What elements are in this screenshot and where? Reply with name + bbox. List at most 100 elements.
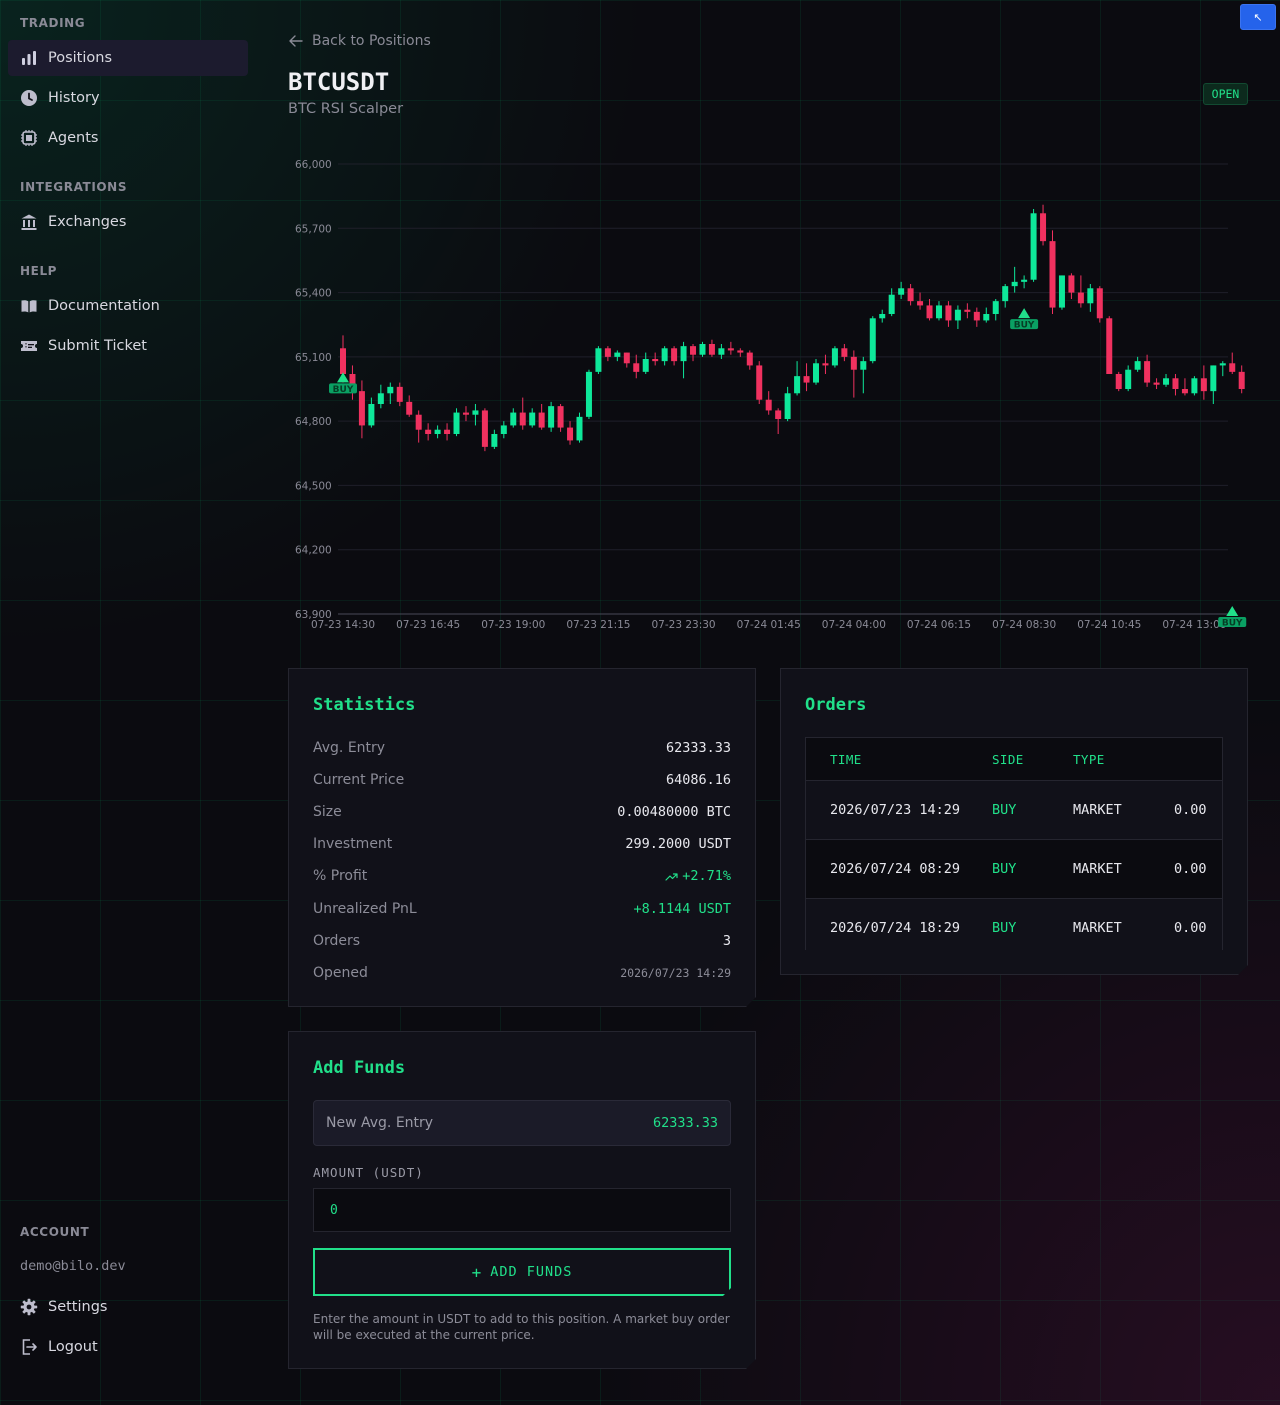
table-row[interactable]: 2026/07/24 08:29 BUY MARKET 0.00 [806,840,1223,899]
candle-body [462,412,469,415]
candle-body [1134,361,1141,370]
candle-body [690,346,697,355]
cpu-chip-icon [20,129,38,147]
candle-body [765,399,772,411]
gear-icon [20,1298,38,1316]
add-funds-button[interactable]: + ADD FUNDS [313,1248,731,1296]
candle-body [784,393,791,419]
stat-value: 62333.33 [665,740,731,756]
stat-row-current-price: Current Price 64086.16 [313,769,731,791]
stat-value: +8.1144 USDT [633,901,731,917]
stat-value: 2026/07/23 14:29 [620,966,731,980]
candle-body [1229,363,1236,372]
sidebar-item-positions[interactable]: Positions [8,40,248,76]
arrow-left-icon [288,33,304,49]
sidebar-item-exchanges[interactable]: Exchanges [8,204,248,240]
sidebar-item-logout[interactable]: Logout [8,1329,248,1365]
amount-input[interactable] [313,1188,731,1232]
y-tick-label: 65,400 [295,288,332,300]
candle-body [415,414,422,430]
candle-body [491,434,498,447]
stat-row-size: Size 0.00480000 BTC [313,801,731,823]
x-tick-label: 07-24 10:45 [1077,619,1141,631]
new-avg-entry-label: New Avg. Entry [326,1115,434,1131]
table-row[interactable]: 2026/07/24 18:29 BUY MARKET 0.00 [806,899,1223,951]
candle-body [406,401,413,415]
table-row[interactable]: 2026/07/23 14:29 BUY MARKET 0.00 [806,781,1223,840]
y-tick-label: 64,800 [295,416,332,428]
section-label-trading: TRADING [20,16,86,30]
buy-marker-arrow [1226,606,1239,616]
column-header-time[interactable]: TIME [806,738,991,781]
stat-label: Investment [313,836,393,852]
candle-body [737,350,744,353]
add-funds-panel: Add Funds New Avg. Entry 62333.33 AMOUNT… [288,1031,756,1369]
orders-table[interactable]: TIME SIDE TYPE 2026/07/23 14:29 BUY MARK… [805,737,1223,950]
statistics-panel: Statistics Avg. Entry 62333.33 Current P… [288,668,756,1007]
candle-body [1096,288,1103,319]
add-funds-title: Add Funds [313,1058,406,1078]
stat-row-orders: Orders 3 [313,930,731,952]
candle-body [860,361,867,370]
add-funds-help-text: Enter the amount in USDT to add to this … [313,1312,730,1342]
sidebar-item-documentation[interactable]: Documentation [8,288,248,324]
candle-body [850,356,857,370]
back-link[interactable]: Back to Positions [288,33,431,49]
candle-body [756,365,763,400]
x-tick-label: 07-23 23:30 [652,619,716,631]
candle-body [973,311,980,321]
sidebar-item-label: History [48,90,100,106]
y-tick-label: 66,000 [295,159,332,171]
candle-body [585,371,592,417]
x-tick-label: 07-23 19:00 [481,619,545,631]
candle-body [500,425,507,434]
sidebar-item-label: Documentation [48,298,160,314]
candle-body [595,348,602,372]
candle-body [1115,374,1122,389]
cursor-mode-button[interactable]: ↖ [1240,4,1276,30]
column-header-side[interactable]: SIDE [991,738,1072,781]
sidebar-item-agents[interactable]: Agents [8,120,248,156]
x-tick-label: 07-23 21:15 [566,619,630,631]
status-badge: OPEN [1203,83,1248,105]
x-tick-label: 07-24 08:30 [992,619,1056,631]
x-tick-label: 07-24 13:00 [1162,619,1226,631]
order-side: BUY [991,899,1072,951]
candle-body [1191,378,1198,394]
order-type: MARKET [1072,840,1173,899]
order-quantity: 0.00 [1173,899,1223,951]
sidebar-item-history[interactable]: History [8,80,248,116]
bar-chart-icon [20,49,38,67]
section-label-integrations: INTEGRATIONS [20,180,128,194]
candle-body [396,386,403,402]
candle-body [387,386,394,394]
order-quantity: 0.00 [1173,781,1223,840]
candle-body [1172,378,1179,389]
column-header-type[interactable]: TYPE [1072,738,1173,781]
order-side: BUY [991,781,1072,840]
price-chart[interactable]: 66,000 65,700 65,400 65,100 64,800 64,500 64,2… [288,150,1248,650]
candle-body [1200,378,1207,392]
candle-body [907,288,914,302]
candle-body [642,359,649,372]
x-tick-label: 07-24 01:45 [737,619,801,631]
sidebar-item-submit-ticket[interactable]: Submit Ticket [8,328,248,364]
order-quantity: 0.00 [1173,840,1223,899]
candle-body [727,348,734,351]
sidebar-item-settings[interactable]: Settings [8,1289,248,1325]
order-time: 2026/07/24 08:29 [806,840,991,899]
stat-value: +2.71% [665,868,731,884]
plus-icon: + [471,1262,483,1282]
x-tick-label: 07-23 14:30 [311,619,375,631]
candle-body [434,429,441,434]
candle-body [453,412,460,434]
candle-body [869,318,876,362]
candle-body [841,348,848,357]
sidebar: TRADING Positions History Agents INTEGRA… [0,0,256,1405]
candle-body [481,410,488,447]
y-tick-label: 65,100 [295,352,332,364]
page-title: BTCUSDT [288,68,390,96]
stat-value: 0.00480000 BTC [617,804,731,820]
candle-body [1144,361,1151,383]
stat-row-avg-entry: Avg. Entry 62333.33 [313,737,731,759]
